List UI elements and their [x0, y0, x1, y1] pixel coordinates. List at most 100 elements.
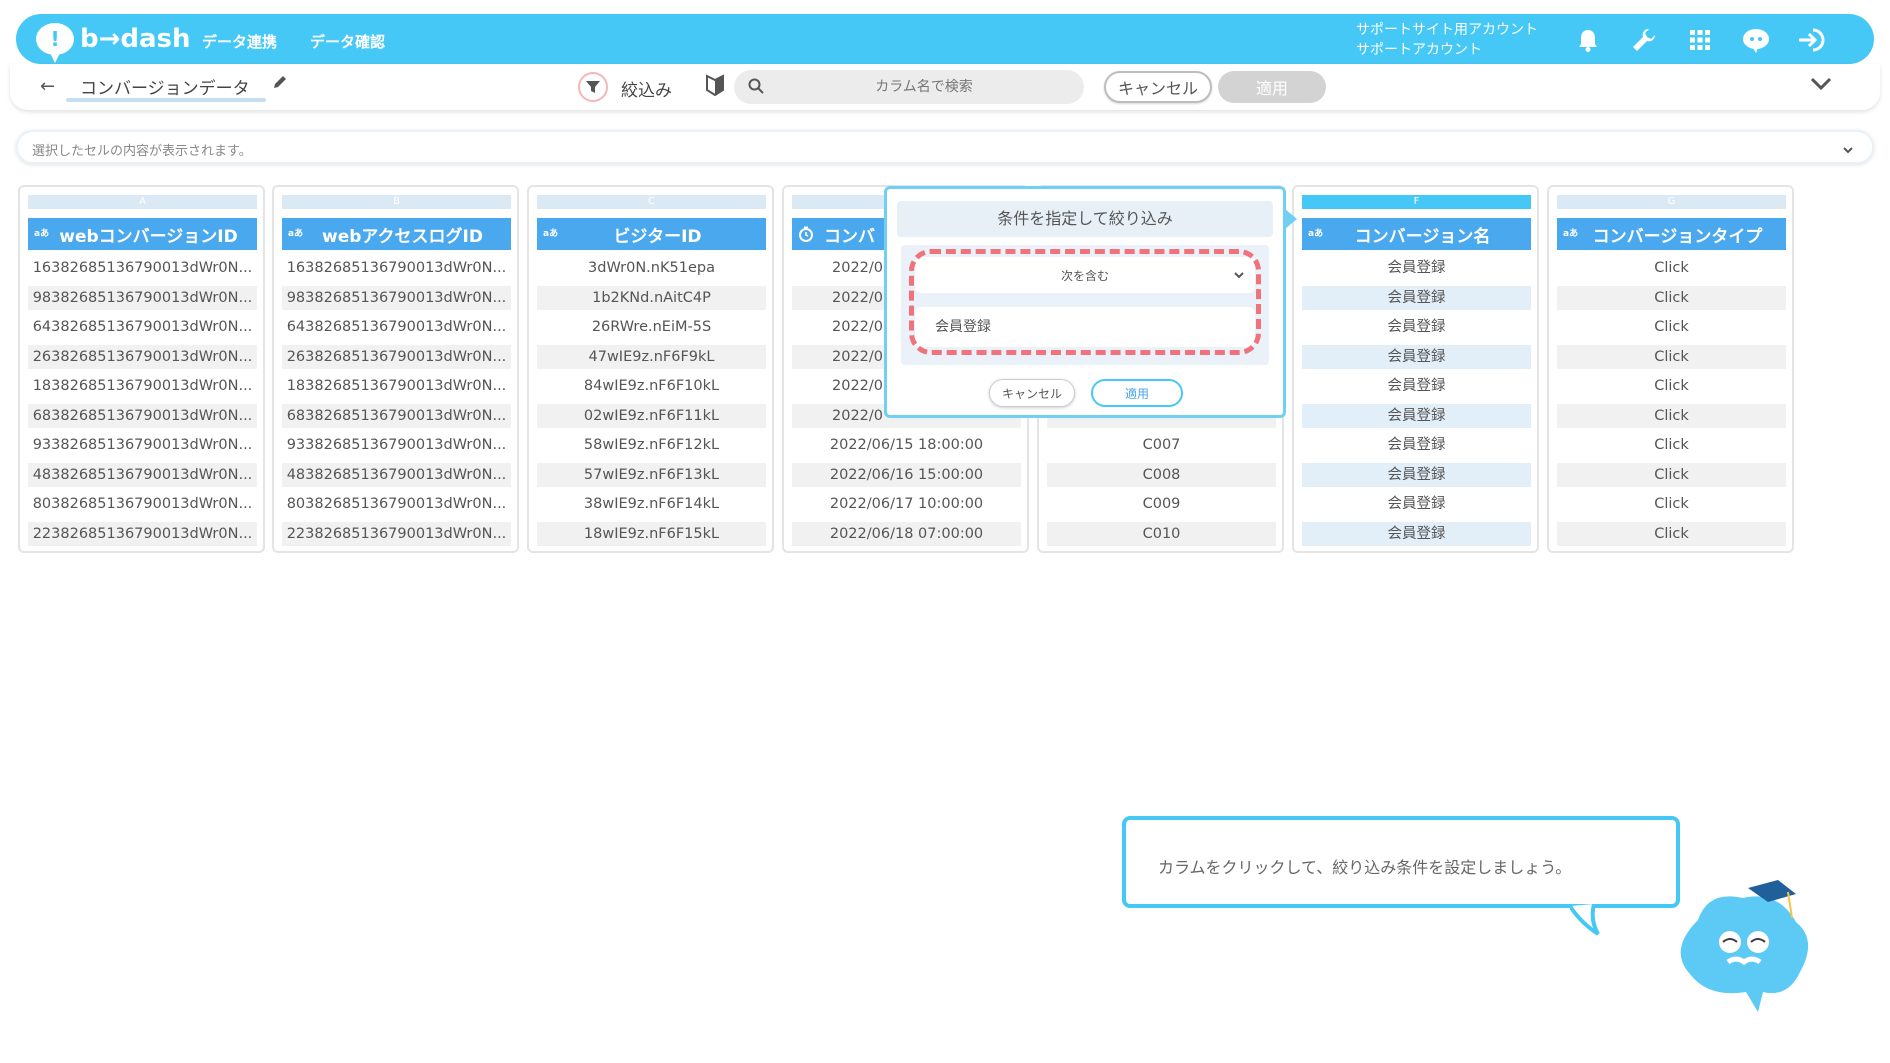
- apply-button[interactable]: 適用: [1218, 71, 1326, 103]
- table-cell[interactable]: 98382685136790013dWr0N...: [282, 285, 511, 310]
- table-cell[interactable]: C010: [1047, 521, 1276, 546]
- table-cell[interactable]: Click: [1557, 492, 1786, 516]
- table-cell[interactable]: 会員登録: [1302, 492, 1531, 516]
- table-cell[interactable]: 18382685136790013dWr0N...: [28, 374, 257, 398]
- table-cell[interactable]: 80382685136790013dWr0N...: [28, 492, 257, 516]
- table-cell[interactable]: 会員登録: [1302, 285, 1531, 310]
- back-arrow-icon[interactable]: ←: [40, 76, 55, 97]
- pencil-edit-icon[interactable]: [272, 74, 288, 94]
- table-cell[interactable]: 68382685136790013dWr0N...: [28, 403, 257, 428]
- table-cell[interactable]: C008: [1047, 462, 1276, 487]
- table-cell[interactable]: Click: [1557, 285, 1786, 310]
- table-cell[interactable]: C007: [1047, 433, 1276, 457]
- table-cell[interactable]: Click: [1557, 521, 1786, 546]
- logo-text: b→dash: [80, 24, 191, 54]
- table-cell[interactable]: 会員登録: [1302, 315, 1531, 339]
- text-type-icon: aあ: [288, 229, 304, 239]
- table-cell[interactable]: Click: [1557, 344, 1786, 369]
- table-cell[interactable]: 会員登録: [1302, 256, 1531, 280]
- column-g[interactable]: Gaあ コンバージョンタイプ Click Click Click Click Click Cl…: [1547, 185, 1794, 553]
- clock-icon: [798, 226, 814, 245]
- table-cell[interactable]: 18382685136790013dWr0N...: [282, 374, 511, 398]
- table-cell[interactable]: 18wIE9z.nF6F15kL: [537, 521, 766, 546]
- table-cell[interactable]: 64382685136790013dWr0N...: [28, 315, 257, 339]
- table-cell[interactable]: 22382685136790013dWr0N...: [28, 521, 257, 546]
- table-cell[interactable]: 47wIE9z.nF6F9kL: [537, 344, 766, 369]
- logout-icon[interactable]: [1796, 24, 1828, 56]
- table-cell[interactable]: Click: [1557, 256, 1786, 280]
- column-f[interactable]: Faあ コンバージョン名 会員登録 会員登録 会員登録 会員登録 会員登録 会員登録 会員登録会…: [1292, 185, 1539, 553]
- support-chat-icon[interactable]: [1740, 24, 1772, 56]
- column-a[interactable]: Aaあ webコンバージョンID 16382685136790013dWr0N...…: [18, 185, 265, 553]
- column-cells: 3dWr0N.nK51epa 1b2KNd.nAitC4P 26RWre.nEiM-…: [537, 256, 766, 551]
- table-cell[interactable]: 22382685136790013dWr0N...: [282, 521, 511, 546]
- account-info[interactable]: サポートサイト用アカウント サポートアカウント: [1356, 20, 1538, 60]
- table-cell[interactable]: 会員登録: [1302, 374, 1531, 398]
- nav-data-link[interactable]: データ連携: [202, 31, 277, 52]
- table-cell[interactable]: 会員登録: [1302, 403, 1531, 428]
- table-cell[interactable]: 会員登録: [1302, 521, 1531, 546]
- text-type-icon: aあ: [1308, 229, 1324, 239]
- chevron-down-icon[interactable]: [1810, 76, 1832, 95]
- text-type-icon: aあ: [34, 229, 50, 239]
- column-letter: A: [28, 195, 257, 209]
- table-cell[interactable]: 2022/06/18 07:00:00: [792, 521, 1021, 546]
- table-cell[interactable]: 58wIE9z.nF6F12kL: [537, 433, 766, 457]
- table-cell[interactable]: Click: [1557, 315, 1786, 339]
- table-cell[interactable]: 02wIE9z.nF6F11kL: [537, 403, 766, 428]
- popup-cancel-button[interactable]: キャンセル: [989, 379, 1075, 407]
- bdash-logo[interactable]: ! b→dash: [36, 22, 191, 63]
- table-cell[interactable]: 48382685136790013dWr0N...: [28, 462, 257, 487]
- table-cell[interactable]: 57wIE9z.nF6F13kL: [537, 462, 766, 487]
- table-cell[interactable]: 16382685136790013dWr0N...: [28, 256, 257, 280]
- funnel-icon: [586, 81, 600, 93]
- table-cell[interactable]: 16382685136790013dWr0N...: [282, 256, 511, 280]
- table-cell[interactable]: 1b2KNd.nAitC4P: [537, 285, 766, 310]
- expand-chevron-icon[interactable]: [1842, 140, 1854, 159]
- table-cell[interactable]: 会員登録: [1302, 462, 1531, 487]
- beginner-mark-icon[interactable]: [706, 74, 724, 100]
- table-cell[interactable]: 2022/06/16 15:00:00: [792, 462, 1021, 487]
- table-cell[interactable]: 会員登録: [1302, 344, 1531, 369]
- table-cell[interactable]: 26382685136790013dWr0N...: [28, 344, 257, 369]
- table-cell[interactable]: 93382685136790013dWr0N...: [28, 433, 257, 457]
- table-cell[interactable]: 80382685136790013dWr0N...: [282, 492, 511, 516]
- table-cell[interactable]: 会員登録: [1302, 433, 1531, 457]
- column-header[interactable]: aあ webコンバージョンID: [28, 218, 257, 250]
- column-cells: 会員登録 会員登録 会員登録 会員登録 会員登録 会員登録 会員登録 会員登録 会員登録 会員登録: [1302, 256, 1531, 551]
- table-cell[interactable]: 68382685136790013dWr0N...: [282, 403, 511, 428]
- column-c[interactable]: Caあ ビジターID 3dWr0N.nK51epa 1b2KNd.nAitC4P 26R…: [527, 185, 774, 553]
- table-cell[interactable]: 2022/06/17 10:00:00: [792, 492, 1021, 516]
- column-header[interactable]: aあ ビジターID: [537, 218, 766, 250]
- table-cell[interactable]: 64382685136790013dWr0N...: [282, 315, 511, 339]
- table-cell[interactable]: C009: [1047, 492, 1276, 516]
- table-cell[interactable]: 84wIE9z.nF6F10kL: [537, 374, 766, 398]
- table-cell[interactable]: 2022/06/15 18:00:00: [792, 433, 1021, 457]
- cell-content-bar[interactable]: 選択したセルの内容が表示されます。: [16, 130, 1874, 164]
- table-cell[interactable]: 38wIE9z.nF6F14kL: [537, 492, 766, 516]
- column-header[interactable]: aあ webアクセスログID: [282, 218, 511, 250]
- table-cell[interactable]: Click: [1557, 403, 1786, 428]
- table-cell[interactable]: 93382685136790013dWr0N...: [282, 433, 511, 457]
- column-b[interactable]: Baあ webアクセスログID 16382685136790013dWr0N... 9…: [272, 185, 519, 553]
- column-header[interactable]: aあ コンバージョン名: [1302, 218, 1531, 250]
- table-cell[interactable]: 98382685136790013dWr0N...: [28, 285, 257, 310]
- bell-icon[interactable]: [1572, 24, 1604, 56]
- wrench-icon[interactable]: [1628, 24, 1660, 56]
- table-cell[interactable]: Click: [1557, 462, 1786, 487]
- column-search-input[interactable]: [774, 70, 1074, 104]
- table-cell[interactable]: Click: [1557, 374, 1786, 398]
- filter-label: 絞込み: [621, 81, 672, 101]
- cancel-button[interactable]: キャンセル: [1104, 71, 1212, 103]
- table-cell[interactable]: Click: [1557, 433, 1786, 457]
- table-cell[interactable]: 26RWre.nEiM-5S: [537, 315, 766, 339]
- nav-data-check[interactable]: データ確認: [310, 31, 385, 52]
- table-cell[interactable]: 48382685136790013dWr0N...: [282, 462, 511, 487]
- grid-menu-icon[interactable]: [1684, 24, 1716, 56]
- column-header[interactable]: aあ コンバージョンタイプ: [1557, 218, 1786, 250]
- filter-toggle-button[interactable]: [578, 72, 608, 102]
- popup-apply-button[interactable]: 適用: [1091, 379, 1183, 407]
- table-cell[interactable]: 3dWr0N.nK51epa: [537, 256, 766, 280]
- mascot-character: [1680, 880, 1809, 1012]
- table-cell[interactable]: 26382685136790013dWr0N...: [282, 344, 511, 369]
